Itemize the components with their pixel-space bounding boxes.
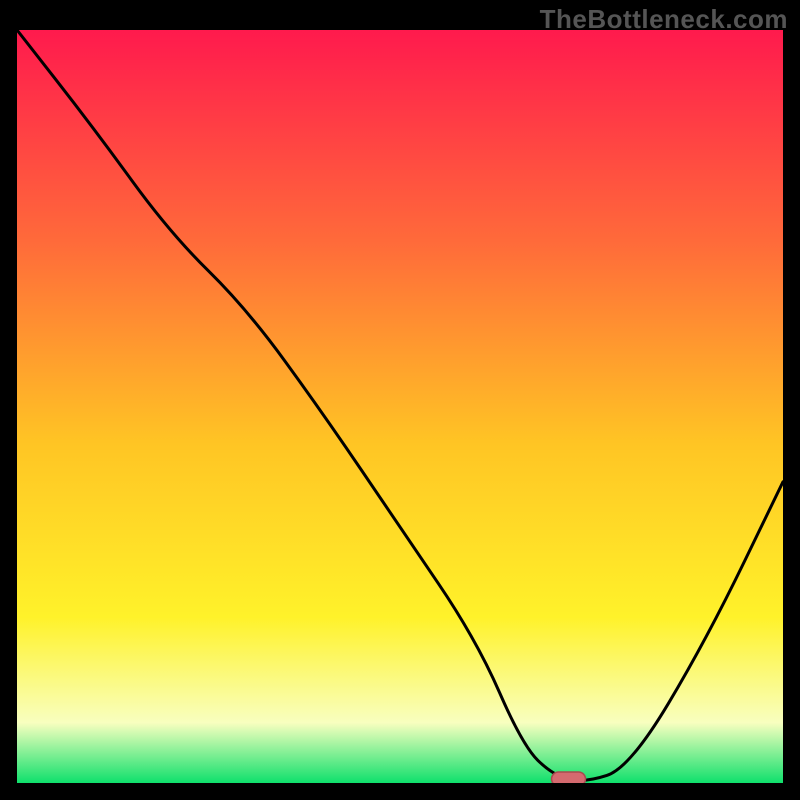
chart-frame: TheBottleneck.com [0,0,800,800]
plot-area [17,30,783,783]
chart-svg [17,30,783,783]
gradient-background [17,30,783,783]
watermark-text: TheBottleneck.com [540,4,788,35]
optimum-marker [552,772,586,783]
